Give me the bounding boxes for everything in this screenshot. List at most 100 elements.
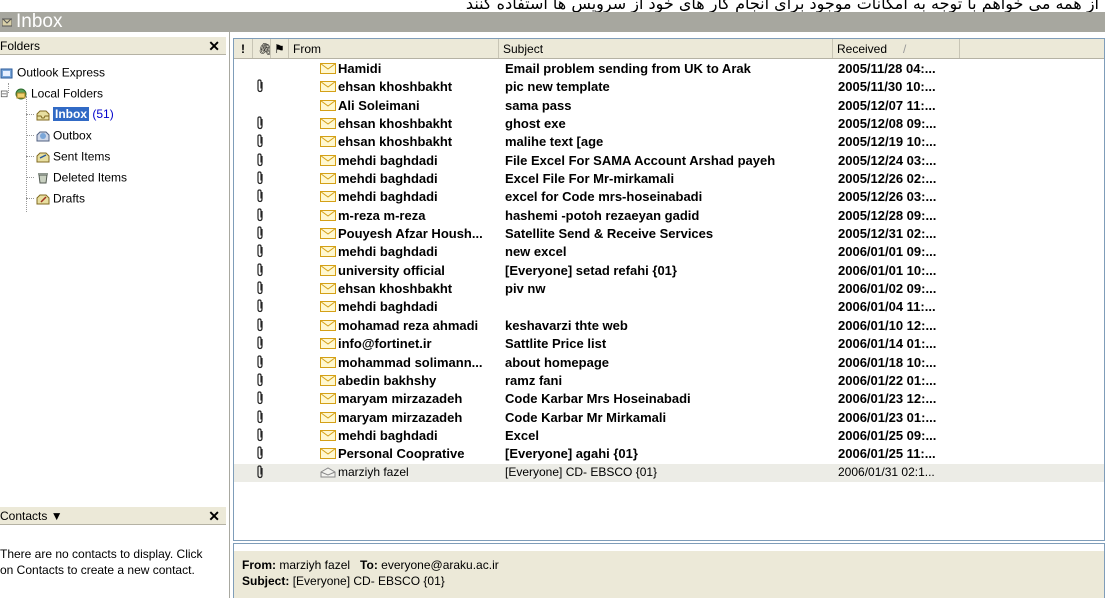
row-from: Hamidi [338, 61, 382, 76]
contacts-message-line-2: on Contacts to create a new contact. [0, 563, 195, 577]
message-row[interactable]: mohamad reza ahmadi keshavarzi thte web 20… [234, 317, 1104, 335]
paperclip-icon [257, 116, 263, 130]
message-row[interactable]: maryam mirzazadeh Code Karbar Mrs Hoseina… [234, 390, 1104, 408]
paperclip-icon [257, 79, 263, 93]
row-received: 2005/12/08 09:... [838, 116, 937, 132]
message-row[interactable]: mehdi baghdadi Excel 2006/01/25 09:... [234, 427, 1104, 445]
message-row[interactable]: maryam mirzazadeh Code Karbar Mr Mirkamal… [234, 409, 1104, 427]
column-spacer [960, 39, 1104, 58]
row-received: 2005/12/26 03:... [838, 189, 937, 205]
preview-pane: From: marziyh fazel To: everyone@araku.a… [233, 543, 1105, 598]
sent-items-icon [36, 152, 50, 163]
row-from: ehsan khoshbakht [338, 79, 453, 95]
tree-label-deleted-items: Deleted Items [53, 170, 128, 185]
column-received-label: Received [837, 42, 888, 56]
envelope-icon [320, 191, 336, 203]
message-row[interactable]: abedin bakhshy ramz fani 2006/01/22 01:... [234, 372, 1104, 390]
inbox-unread-count: (51) [92, 107, 114, 121]
paperclip-icon [257, 208, 263, 221]
paperclip-icon [257, 263, 263, 276]
column-attachment[interactable]: 🖇 [253, 39, 271, 58]
message-row[interactable]: marziyh fazel [Everyone] CD- EBSCO {01} 20… [234, 463, 1104, 482]
tree-item-local-folders[interactable]: ⊟ Local Folders [0, 83, 226, 104]
tree-label-outbox: Outbox [53, 128, 92, 143]
contacts-header-label[interactable]: Contacts ▼ [0, 507, 63, 525]
preview-to-label: To: [360, 558, 378, 572]
row-subject: Sattlite Price list [505, 336, 607, 352]
tree-item-inbox[interactable]: Inbox (51) [0, 104, 226, 125]
row-subject: ghost exe [505, 116, 566, 132]
envelope-icon [320, 411, 336, 423]
tree-item-deleted-items[interactable]: Deleted Items [0, 167, 226, 188]
row-from: mehdi baghdadi [338, 152, 438, 168]
message-row[interactable]: Hamidi Email problem sending from UK to A… [234, 60, 1104, 78]
envelope-icon [320, 63, 336, 74]
message-row[interactable]: mehdi baghdadi Excel File For Mr-mirkamal… [234, 170, 1104, 188]
column-priority[interactable]: ! [234, 39, 253, 58]
collapse-toggle-icon[interactable]: ⊟ [0, 84, 14, 105]
column-from[interactable]: From [289, 39, 499, 58]
message-row[interactable]: m-reza m-reza hashemi -potoh rezaeyan gad… [234, 207, 1104, 225]
drafts-icon [36, 194, 50, 205]
row-received: 2006/01/22 01:... [838, 372, 937, 388]
message-row[interactable]: mehdi baghdadi 2006/01/04 11:... [234, 298, 1104, 316]
message-row[interactable]: Pouyesh Afzar Housh... Satellite Send & R… [234, 225, 1104, 243]
tree-label-drafts: Drafts [53, 191, 86, 206]
message-row[interactable]: ehsan khoshbakht pic new template 2005/11/… [234, 78, 1104, 96]
message-list: ! 🖇 ⚑ From Subject Received / Hamidi Email… [233, 38, 1105, 541]
envelope-icon [320, 338, 336, 350]
paperclip-icon [257, 153, 263, 166]
envelope-icon [320, 264, 336, 276]
envelope-icon [320, 228, 336, 240]
folder-tree: Outlook Express ⊟ Local Folders Inbox (5… [0, 62, 226, 212]
envelope-open-icon [320, 466, 336, 478]
column-received[interactable]: Received / [833, 39, 960, 58]
message-row[interactable]: mehdi baghdadi excel for Code mrs-hoseina… [234, 188, 1104, 206]
tree-item-outlook-express[interactable]: Outlook Express [0, 62, 226, 83]
message-row[interactable]: Personal Cooprative [Everyone] agahi {01}… [234, 445, 1104, 463]
message-row[interactable]: mehdi baghdadi File Excel For SAMA Accoun… [234, 152, 1104, 170]
row-received: 2006/01/23 12:... [838, 391, 937, 407]
row-received: 2005/12/19 10:... [838, 134, 937, 150]
row-received: 2005/12/07 11:... [838, 97, 936, 113]
top-banner-label: از همه می خواهم با توجه به امکانات موجود… [465, 0, 1099, 12]
tree-item-outbox[interactable]: Outbox [0, 125, 226, 146]
row-received: 2005/11/28 04:... [838, 61, 936, 76]
envelope-icon [320, 154, 336, 166]
row-received: 2006/01/02 09:... [838, 281, 937, 297]
row-subject: Satellite Send & Receive Services [505, 226, 714, 242]
row-subject: Code Karbar Mrs Hoseinabadi [505, 391, 691, 407]
message-row[interactable]: ehsan khoshbakht piv nw 2006/01/02 09:... [234, 280, 1104, 298]
row-received: 2005/12/31 02:... [838, 226, 937, 242]
outlook-express-icon [0, 68, 13, 79]
row-subject: File Excel For SAMA Account Arshad payeh [505, 152, 776, 168]
tree-item-drafts[interactable]: Drafts [0, 188, 226, 209]
message-row[interactable]: ehsan khoshbakht ghost exe 2005/12/08 09:.… [234, 115, 1104, 133]
tree-item-sent-items[interactable]: Sent Items [0, 146, 226, 167]
row-received: 2006/01/25 09:... [838, 427, 937, 443]
message-row[interactable]: Ali Soleimani sama pass 2005/12/07 11:... [234, 97, 1104, 115]
envelope-icon [320, 301, 336, 313]
message-row[interactable]: ehsan khoshbakht malihe text [age 2005/12/… [234, 133, 1104, 151]
paperclip-icon [257, 354, 263, 368]
column-flag[interactable]: ⚑ [271, 39, 289, 58]
top-banner-text: از همه می خواهم با توجه به امکانات موجود… [0, 0, 1105, 12]
message-row[interactable]: mehdi baghdadi new excel 2006/01/01 09:... [234, 243, 1104, 261]
envelope-icon [320, 393, 336, 405]
envelope-icon [320, 99, 336, 111]
column-subject[interactable]: Subject [499, 39, 833, 58]
envelope-icon [320, 118, 336, 130]
row-from: mehdi baghdadi [338, 189, 438, 205]
row-subject: about homepage [505, 354, 610, 370]
folders-close-button[interactable]: ✕ [208, 37, 220, 55]
contacts-message-line-1: There are no contacts to display. Click [0, 547, 203, 561]
paperclip-icon [257, 171, 263, 185]
paperclip-icon [257, 336, 263, 350]
row-from: mehdi baghdadi [338, 427, 438, 443]
local-folders-icon [15, 88, 27, 100]
message-row[interactable]: university official [Everyone] setad refa… [234, 262, 1104, 280]
contacts-close-button[interactable]: ✕ [208, 507, 220, 525]
message-row[interactable]: mohammad solimann... about homepage 2006/0… [234, 354, 1104, 372]
message-row[interactable]: info@fortinet.ir Sattlite Price list 2006/… [234, 335, 1104, 353]
paperclip-icon [257, 226, 263, 240]
